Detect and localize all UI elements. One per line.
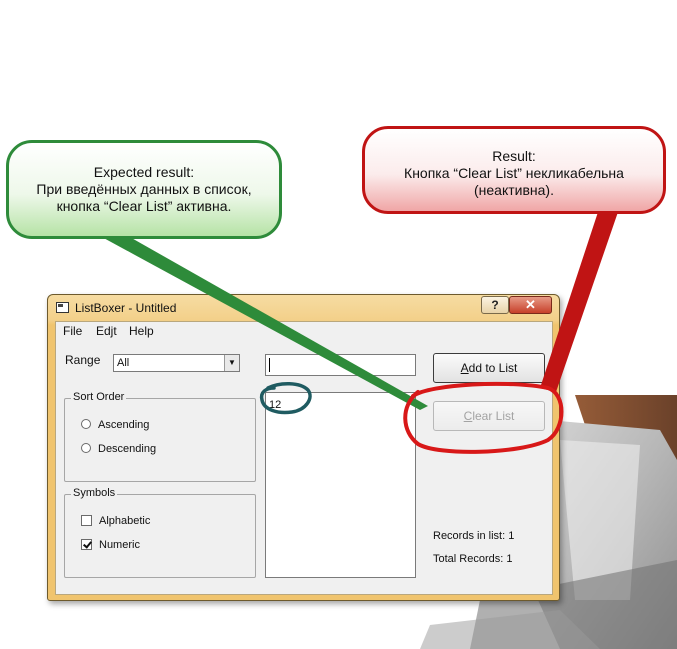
numeric-checkbox[interactable]: Numeric <box>81 539 140 551</box>
text-caret <box>269 358 270 372</box>
ascending-radio[interactable]: Ascending <box>81 419 149 431</box>
alphabetic-label: Alphabetic <box>99 515 151 527</box>
app-icon <box>56 302 69 313</box>
title-bar[interactable]: ListBoxer - Untitled ? ✕ <box>48 295 559 321</box>
expected-callout-line2: При введённых данных в список, <box>36 181 252 197</box>
clear-list-label: lear List <box>472 409 515 423</box>
result-callout-line3: (неактивна). <box>474 182 554 198</box>
window-client-area: File Edjt Help Range All ▼ Sort Order As… <box>55 321 553 595</box>
sort-order-title: Sort Order <box>71 391 127 403</box>
expected-callout-line1: Expected result: <box>93 164 195 180</box>
entry-input[interactable] <box>265 354 416 376</box>
help-button[interactable]: ? <box>481 296 509 314</box>
range-label: Range <box>65 353 101 367</box>
radio-button-icon[interactable] <box>81 443 91 453</box>
window-title: ListBoxer - Untitled <box>75 301 177 315</box>
menu-file[interactable]: File <box>63 324 82 338</box>
menu-edit[interactable]: Edjt <box>96 324 117 338</box>
symbols-group: Symbols Alphabetic Numeric <box>64 487 256 578</box>
menu-bar: File Edjt Help <box>56 322 552 341</box>
dropdown-arrow-icon[interactable]: ▼ <box>224 355 239 371</box>
actual-result-callout: Result: Кнопка “Clear List” некликабельн… <box>362 126 666 214</box>
clear-list-accelerator: C <box>463 409 473 423</box>
result-callout-line1: Result: <box>492 148 536 164</box>
add-to-list-accelerator: A <box>460 361 469 375</box>
add-to-list-label: dd to List <box>468 361 518 375</box>
numeric-label: Numeric <box>99 539 140 551</box>
range-selected-value: All <box>117 357 130 369</box>
close-button[interactable]: ✕ <box>509 296 552 314</box>
menu-help[interactable]: Help <box>129 324 154 338</box>
sort-order-group: Sort Order Ascending Descending <box>64 391 256 482</box>
alphabetic-checkbox[interactable]: Alphabetic <box>81 515 150 527</box>
add-to-list-button[interactable]: Add to List <box>433 353 545 383</box>
radio-button-icon[interactable] <box>81 419 91 429</box>
expected-callout-line3: кнопка “Clear List” активна. <box>56 198 232 214</box>
symbols-title: Symbols <box>71 487 118 499</box>
checkbox-icon[interactable] <box>81 515 92 526</box>
range-dropdown[interactable]: All ▼ <box>113 354 240 372</box>
list-item[interactable]: 12 <box>269 399 281 411</box>
result-callout-line2: Кнопка “Clear List” некликабельна <box>404 165 624 181</box>
checkbox-checked-icon[interactable] <box>81 539 92 550</box>
expected-result-callout: Expected result: При введённых данных в … <box>6 140 282 239</box>
clear-list-button[interactable]: Clear List <box>433 401 545 431</box>
records-in-list-text: Records in list: 1 <box>433 530 515 542</box>
descending-radio[interactable]: Descending <box>81 443 156 455</box>
total-records-text: Total Records: 1 <box>433 553 513 565</box>
descending-label: Descending <box>98 443 157 455</box>
listboxer-window: ListBoxer - Untitled ? ✕ File Edjt Help … <box>47 294 560 601</box>
ascending-label: Ascending <box>98 419 150 431</box>
items-listbox[interactable]: 12 <box>265 392 416 578</box>
